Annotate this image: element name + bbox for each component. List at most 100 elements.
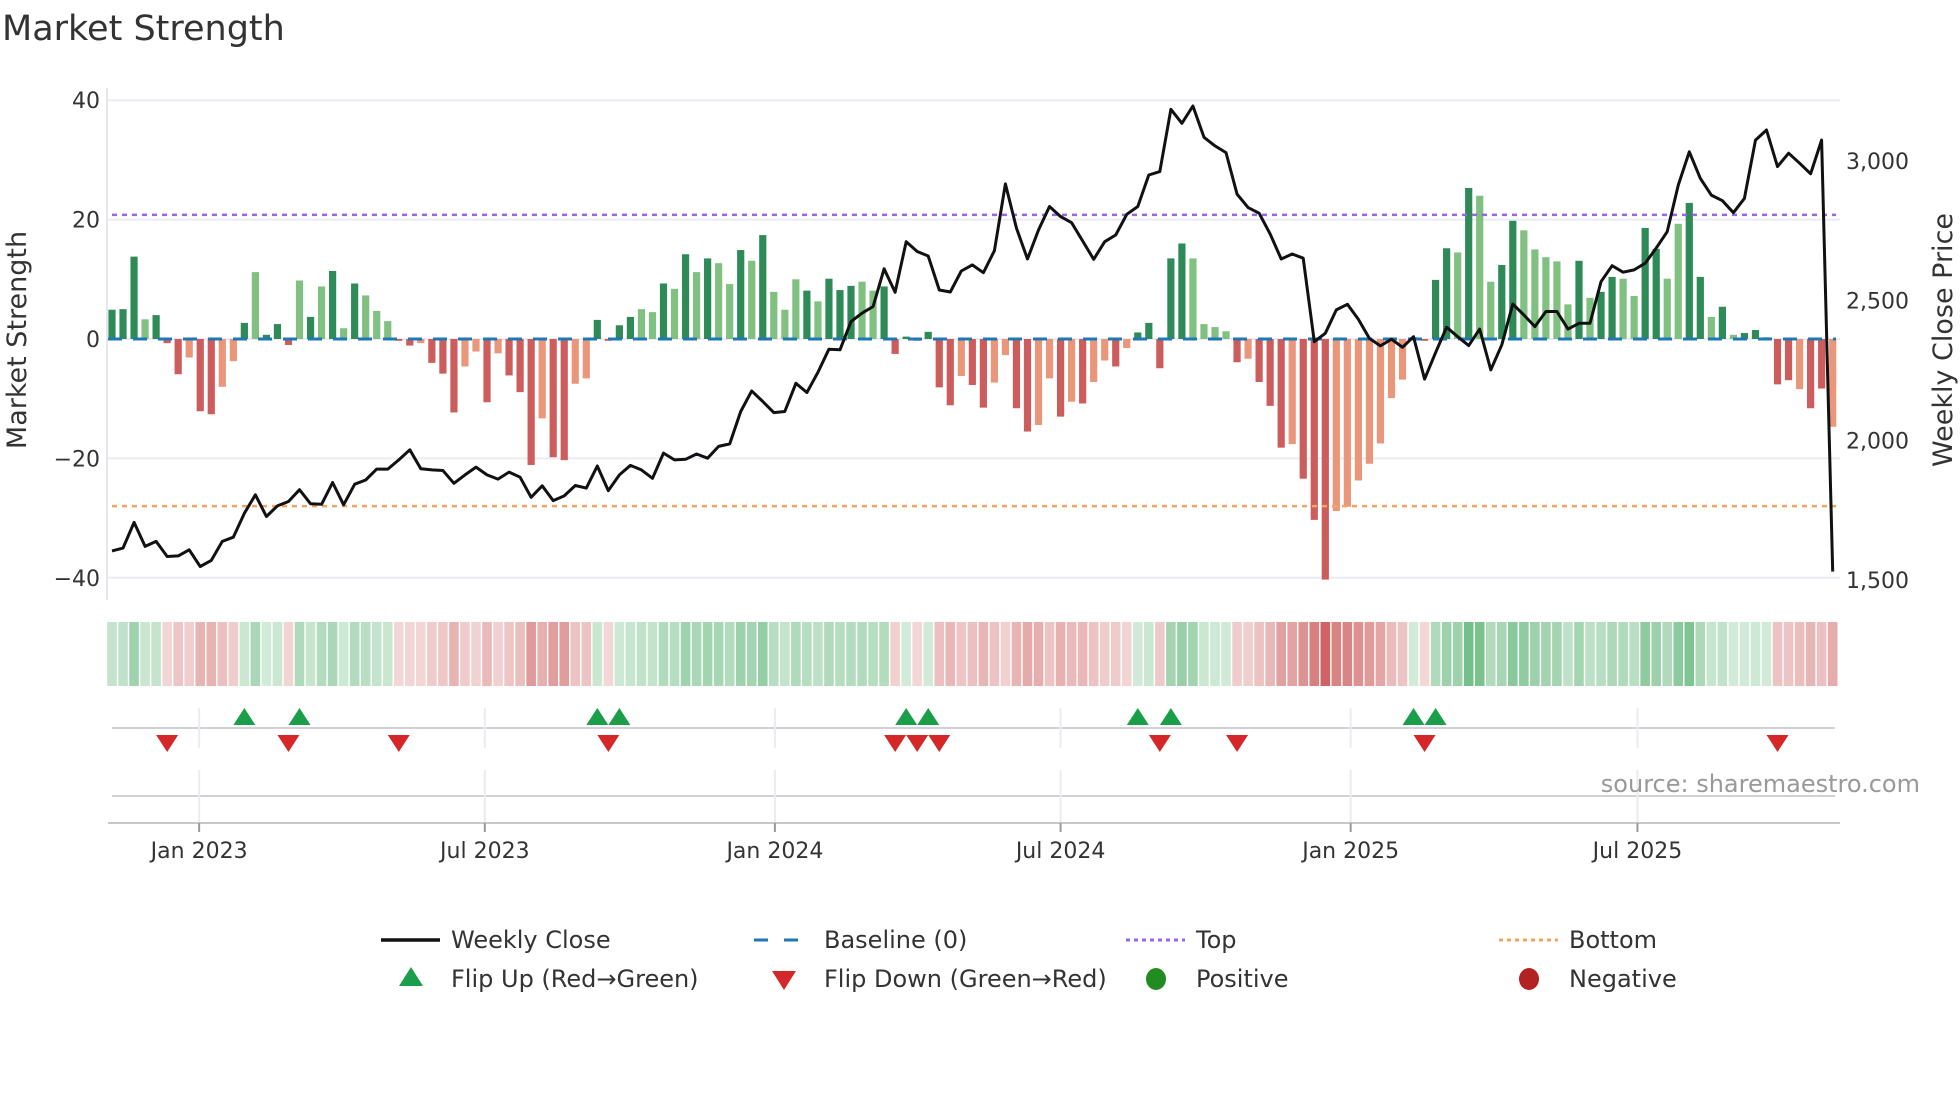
strip-cell (140, 622, 150, 686)
strip-cell (393, 622, 404, 686)
strip-cell (1662, 622, 1673, 686)
strip-cell (780, 622, 790, 686)
strip-cell (1728, 622, 1739, 686)
strip-cell (1022, 622, 1033, 686)
strength-bar (351, 283, 359, 339)
strength-bar (946, 339, 954, 406)
triangle-down-icon (772, 971, 796, 990)
strength-bar (130, 256, 138, 339)
strip-cell (757, 622, 768, 686)
strip-cell (769, 622, 779, 686)
strength-bar (1553, 261, 1561, 339)
strength-bar (1432, 279, 1440, 339)
strip-cell (1783, 622, 1794, 686)
strip-cell (658, 622, 669, 686)
flip-down-marker (928, 735, 951, 752)
strength-bar (582, 339, 590, 379)
strength-bar (1156, 339, 1164, 369)
strip-cell (1177, 622, 1187, 686)
flip-up-marker (1126, 708, 1149, 725)
strength-bar (770, 291, 778, 339)
strength-bar (1255, 339, 1263, 382)
strength-bar (108, 309, 116, 339)
strength-heat-strip (107, 622, 1838, 686)
strength-bar (1365, 339, 1374, 464)
strip-cell (1629, 622, 1639, 686)
strength-bar (152, 315, 160, 339)
strength-bar (1266, 339, 1274, 406)
axes: 40 20 0 −20 −40 3,000 2,500 2,000 1,500 Jan 2023 J… (54, 89, 1909, 864)
strength-bar (1520, 230, 1528, 339)
strength-bar (1575, 260, 1583, 339)
strip-cell (1684, 622, 1695, 686)
strength-bar (1751, 330, 1760, 339)
strength-bar (505, 339, 513, 376)
strip-cell (438, 622, 448, 686)
strength-bar (1619, 278, 1627, 339)
strip-cell (316, 622, 327, 686)
strength-bar (1222, 331, 1230, 339)
strip-cell (835, 622, 845, 686)
strength-bar (527, 339, 535, 465)
strength-bar (825, 278, 833, 339)
strength-bar (1123, 339, 1131, 348)
strength-bar (1023, 339, 1032, 432)
x-tick-label: Jul 2025 (1591, 839, 1683, 864)
strength-bar (659, 283, 668, 339)
strip-cell (846, 622, 856, 686)
strip-cell (1430, 622, 1441, 686)
x-tick-label: Jul 2023 (438, 839, 530, 864)
strength-bar (1795, 339, 1804, 390)
strength-bar (1818, 339, 1826, 389)
strip-cell (614, 622, 625, 686)
strip-cell (1342, 622, 1353, 686)
strip-cell (504, 622, 514, 686)
strength-bar (1829, 339, 1837, 427)
strip-cell (217, 622, 228, 686)
strip-cell (1121, 622, 1132, 686)
strength-bar (681, 254, 690, 339)
strength-bar (1476, 195, 1484, 339)
strip-cell (427, 622, 437, 686)
strength-bar (1001, 339, 1010, 356)
strength-bar (119, 309, 127, 339)
y2-tick-label: 3,000 (1846, 150, 1909, 175)
strip-cell (1585, 622, 1595, 686)
strength-bar (1079, 339, 1087, 404)
strength-bar (1663, 278, 1671, 339)
strength-bar (571, 339, 579, 384)
strip-cell (228, 622, 239, 686)
strip-cell (647, 622, 658, 686)
strip-cell (371, 622, 382, 686)
strip-cell (327, 622, 338, 686)
strip-cell (1673, 622, 1684, 686)
strength-bar (196, 339, 204, 412)
market-strength-chart: Market Strength 40 20 0 −20 −40 3,000 2,500 2,0… (2, 9, 1959, 993)
strip-cell (382, 622, 393, 686)
strength-bar (1233, 339, 1241, 363)
strength-bar (615, 325, 623, 339)
strength-bar (185, 339, 193, 358)
strip-cell (1298, 622, 1309, 686)
strength-bar (704, 258, 712, 339)
y-tick-label: 40 (72, 89, 100, 114)
strength-bar (373, 310, 381, 339)
strength-bar (626, 316, 635, 339)
strength-bar (759, 235, 767, 339)
strip-cell (1099, 622, 1110, 686)
strength-bar (1310, 339, 1318, 520)
strength-bar (461, 339, 469, 367)
strip-cell (1309, 622, 1320, 686)
strip-cell (250, 622, 261, 686)
source-label: source: sharemaestro.com (1601, 770, 1920, 798)
strip-cell (1816, 622, 1827, 686)
strip-cell (107, 622, 117, 686)
strip-cell (1827, 622, 1838, 686)
strength-bar (295, 280, 304, 339)
strength-bar (483, 339, 491, 403)
strength-bar (1652, 248, 1660, 339)
strength-bar (1244, 339, 1252, 359)
strip-cell (118, 622, 128, 686)
strength-bar (737, 250, 745, 339)
legend-item-negative: Negative (1519, 965, 1677, 993)
